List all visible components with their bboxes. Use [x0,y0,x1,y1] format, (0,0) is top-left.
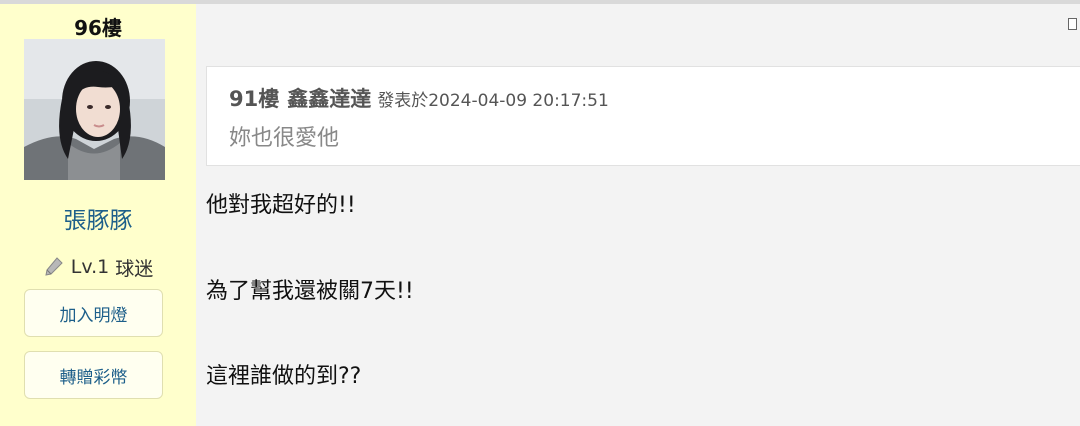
post-line: 為了幫我還被關7天!! [206,279,414,304]
quote-header: 91樓 鑫鑫達達 發表於2024-04-09 20:17:51 [229,83,609,113]
avatar-image [24,39,165,180]
username-link[interactable]: 張豚豚 [0,201,196,235]
quote-username[interactable]: 鑫鑫達達 [287,87,371,111]
floor-number: 96樓 [74,16,122,40]
quote-text: 妳也很愛他 [229,126,340,151]
post-line: 這裡誰做的到?? [206,364,362,389]
quote-box: 91樓 鑫鑫達達 發表於2024-04-09 20:17:51 妳也很愛他 [206,66,1080,166]
rank-label: 球迷 [115,257,154,280]
author-sidebar: 96樓 張豚豚 Lv.1 球迷 加入明燈 轉贈彩幣 [0,4,196,426]
gift-coins-button[interactable]: 轉贈彩幣 [24,351,163,399]
avatar[interactable] [24,39,165,180]
pencil-icon [43,256,65,278]
user-level: Lv.1 球迷 [0,252,196,282]
post-line: 他對我超好的!! [206,193,356,218]
document-icon[interactable] [1068,18,1077,30]
quote-floor: 91樓 [229,87,280,111]
level-label: Lv.1 [70,256,110,278]
add-light-button[interactable]: 加入明燈 [24,289,163,337]
quote-timestamp: 發表於2024-04-09 20:17:51 [377,91,609,111]
